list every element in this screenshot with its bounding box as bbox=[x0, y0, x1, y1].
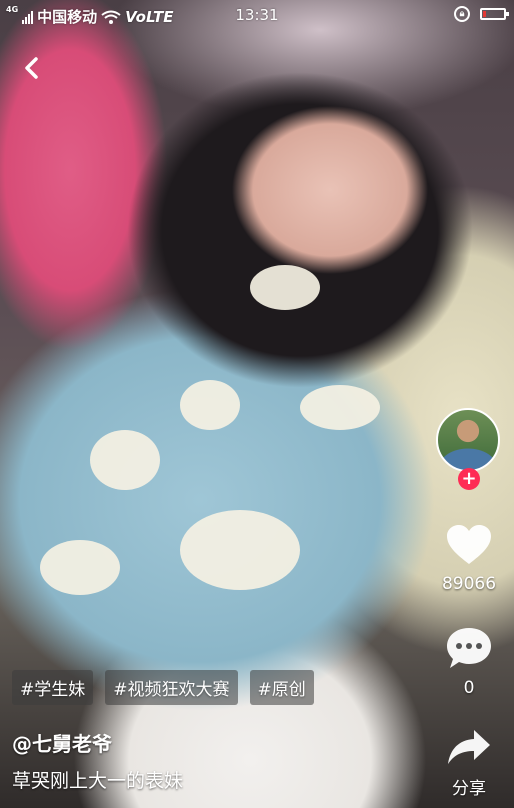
like-button[interactable]: 89066 bbox=[424, 524, 514, 594]
blanket-cloud bbox=[90, 430, 160, 490]
author-avatar[interactable] bbox=[436, 408, 500, 472]
blanket-cloud bbox=[250, 265, 320, 310]
hashtag-list: #学生妹 #视频狂欢大赛 #原创 bbox=[12, 670, 314, 705]
status-bar: 4G 中国移动 VoLTE 13:31 🔒︎ bbox=[0, 0, 514, 30]
battery-icon bbox=[480, 8, 509, 20]
blanket-cloud bbox=[300, 385, 380, 430]
comment-button[interactable]: 0 bbox=[424, 626, 514, 698]
heart-icon bbox=[447, 525, 491, 564]
hashtag-chip[interactable]: #原创 bbox=[249, 670, 314, 705]
hashtag-chip[interactable]: #学生妹 bbox=[12, 670, 94, 705]
comment-bubble-icon bbox=[447, 628, 491, 668]
comment-count: 0 bbox=[463, 678, 475, 698]
follow-button[interactable]: + bbox=[458, 468, 480, 490]
share-arrow-icon bbox=[448, 730, 490, 764]
hashtag-chip[interactable]: #视频狂欢大赛 bbox=[105, 670, 238, 705]
share-label: 分享 bbox=[452, 779, 486, 799]
blanket-cloud bbox=[180, 380, 240, 430]
share-button[interactable]: 分享 bbox=[424, 728, 514, 799]
video-caption: 草哭刚上大一的表妹 bbox=[12, 770, 184, 792]
chevron-left-icon bbox=[25, 57, 38, 79]
rotation-lock-icon: 🔒︎ bbox=[454, 6, 470, 22]
like-count: 89066 bbox=[441, 574, 497, 594]
back-button[interactable] bbox=[14, 50, 50, 86]
status-right: 🔒︎ bbox=[454, 6, 509, 22]
author-username[interactable]: @七舅老爷 bbox=[12, 728, 112, 757]
blanket-cloud bbox=[40, 540, 120, 595]
blanket-cloud bbox=[180, 510, 300, 590]
clock: 13:31 bbox=[235, 6, 279, 24]
